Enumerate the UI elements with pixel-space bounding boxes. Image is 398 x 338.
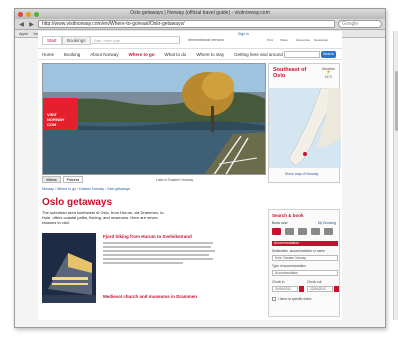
car-icon[interactable] — [285, 228, 294, 235]
nav-where-to-go[interactable]: Where to go — [129, 52, 155, 57]
destination-label: Destination, accommodation or name — [272, 249, 325, 253]
tab-start[interactable]: Start — [42, 36, 62, 45]
flexible-dates-label: I have no specific dates — [278, 297, 312, 301]
map-title-line: Oslo — [273, 73, 286, 79]
type-label: Type of accommodation — [272, 264, 306, 268]
site-search-button[interactable]: Search — [321, 51, 336, 58]
bookmark-item[interactable]: Apple — [19, 32, 28, 36]
logo-line: COM — [47, 122, 57, 127]
text-line — [103, 242, 213, 244]
checkin-input[interactable]: 21/06/2012 — [272, 286, 298, 292]
building-photo — [42, 233, 96, 303]
back-arrow-icon[interactable]: ◀ — [18, 21, 25, 28]
checkin-calendar-icon[interactable] — [299, 286, 304, 292]
ferry-icon[interactable] — [311, 228, 320, 235]
site-header: Start Bookings Søk i hele side Internati… — [38, 31, 342, 49]
temperature-value: 16°C — [324, 75, 333, 79]
nav-what-to-do[interactable]: What to do — [165, 52, 187, 57]
booking-category-bar: Accommodation — [272, 241, 338, 246]
newsletter-icon[interactable]: Newsletter — [314, 38, 328, 44]
activity-icon[interactable] — [324, 228, 333, 235]
login-link[interactable]: Sign in — [238, 32, 249, 36]
intro-text: The suburban area southwest of Oslo, fro… — [42, 210, 164, 225]
tab-bookings[interactable]: Bookings — [62, 36, 91, 45]
book-now-label: Book now — [272, 221, 288, 225]
text-line — [103, 250, 215, 252]
print-icon[interactable]: Print — [266, 38, 274, 44]
map-title: Southeast of Oslo — [273, 67, 306, 79]
nav-about-norway[interactable]: About Norway — [90, 52, 118, 57]
hero-media-tabs: Videos Pictures — [42, 176, 84, 183]
article-item-title[interactable]: Medieval church and museums in Drammen — [103, 294, 197, 299]
nav-home[interactable]: Home — [42, 52, 54, 57]
hero-image: VISIT NORWAY COM — [42, 63, 266, 175]
window-title: Oslo getaways | Norway (official travel … — [130, 10, 270, 16]
booking-widget: Search & book Book now My Booking Accomm… — [268, 209, 340, 317]
article-item-title[interactable]: Fjord hiking from Hurum to Svelvikstrand — [103, 234, 192, 239]
checkout-input[interactable]: 22/06/2012 — [307, 286, 333, 292]
norway-map[interactable] — [269, 88, 341, 168]
text-line — [103, 262, 183, 264]
title-bar: Oslo getaways | Norway (official travel … — [15, 9, 385, 19]
page-title: Oslo getaways — [42, 197, 113, 208]
site-search-input[interactable] — [284, 51, 320, 58]
text-line — [103, 246, 211, 248]
browser-search-field[interactable]: Google — [338, 20, 382, 28]
page-scrollbar[interactable] — [393, 31, 398, 320]
article-thumbnail[interactable] — [42, 233, 96, 303]
booking-title: Search & book — [272, 213, 304, 218]
flexible-dates-checkbox[interactable] — [272, 297, 276, 301]
map-panel: Southeast of Oslo Weather ☀ 16°C Show ma… — [268, 63, 341, 183]
hero-caption: Lake in Eastern Norway — [156, 178, 194, 182]
language-link[interactable]: International version — [188, 37, 224, 42]
tab-videos[interactable]: Videos — [42, 176, 61, 183]
bed-icon[interactable] — [272, 228, 281, 235]
checkout-calendar-icon[interactable] — [334, 286, 339, 292]
my-booking-link[interactable]: My Booking — [318, 221, 336, 225]
text-line — [103, 258, 213, 260]
address-toolbar: ◀ ▶ http://www.visitnorway.com/en/Where-… — [15, 19, 385, 30]
plane-icon[interactable] — [298, 228, 307, 235]
share-icon[interactable]: Share — [280, 38, 288, 44]
tab-pictures[interactable]: Pictures — [62, 176, 84, 183]
type-select[interactable]: Accommodation — [272, 270, 338, 276]
weather-widget[interactable]: Weather ☀ 16°C — [322, 67, 335, 79]
checkin-label: Check in — [272, 280, 285, 284]
text-line — [103, 254, 209, 256]
show-map-link[interactable]: Show map of Norway — [285, 172, 318, 176]
visit-norway-logo[interactable]: VISIT NORWAY COM — [43, 98, 78, 130]
checkout-label: Check out — [307, 280, 322, 284]
web-page: Start Bookings Søk i hele side Internati… — [38, 31, 342, 320]
nav-where-to-stay[interactable]: Where to stay — [196, 52, 224, 57]
breadcrumb[interactable]: Norway › Where to go › Eastern Norway › … — [42, 187, 130, 191]
favourites-icon[interactable]: Favourites — [296, 38, 310, 44]
destination-input[interactable]: Hole, Eastern Norway — [272, 255, 338, 261]
url-field[interactable]: http://www.visitnorway.com/en/Where-to-g… — [38, 20, 335, 28]
nav-booking[interactable]: Booking — [64, 52, 80, 57]
forward-arrow-icon[interactable]: ▶ — [28, 21, 35, 28]
site-header-search[interactable]: Søk i hele side — [90, 36, 180, 44]
nav-getting-here[interactable]: Getting here and around — [234, 52, 283, 57]
